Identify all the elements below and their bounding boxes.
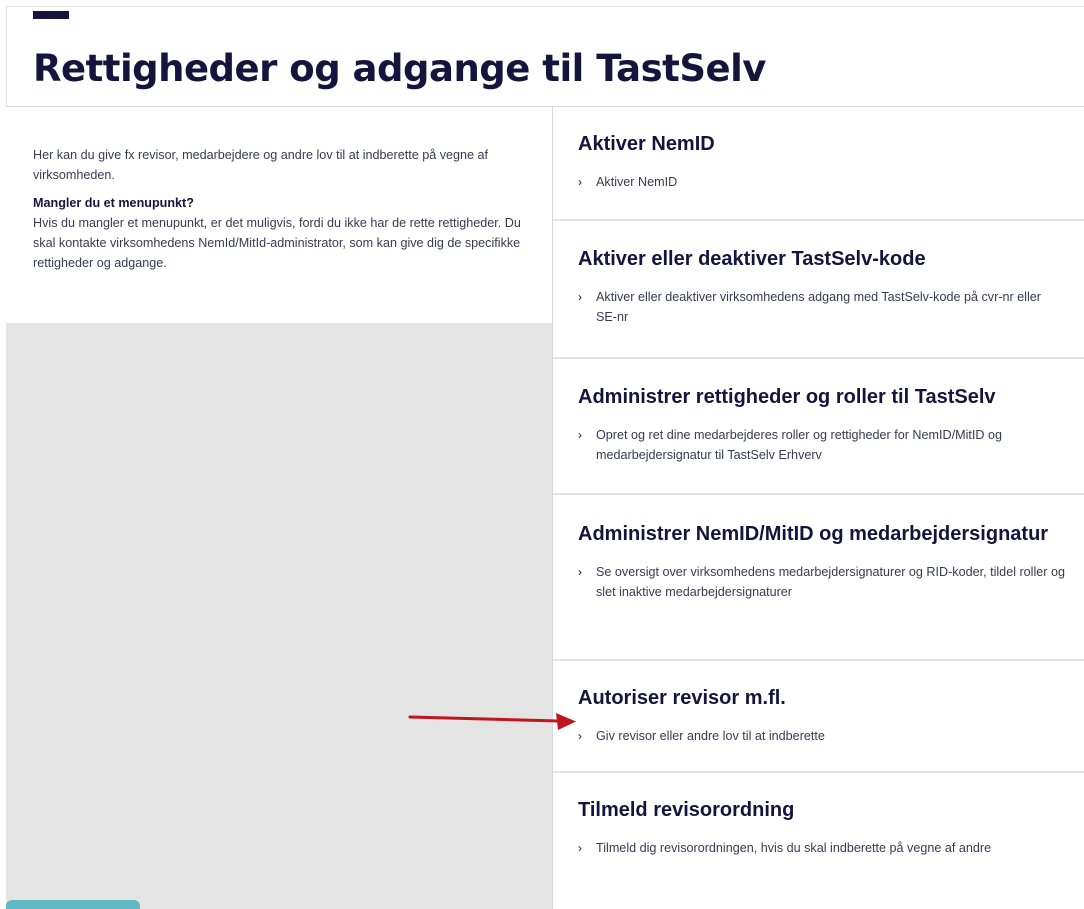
chevron-right-icon: › xyxy=(578,290,582,304)
card-link-nemid-mitid[interactable]: › Se oversigt over virksomhedens medarbe… xyxy=(578,562,1065,602)
card-link-aktiver-nemid[interactable]: › Aktiver NemID xyxy=(578,172,1065,192)
chevron-right-icon: › xyxy=(578,428,582,442)
card-link-rettigheder-roller[interactable]: › Opret og ret dine medarbejderes roller… xyxy=(578,425,1065,465)
card-link-label: Opret og ret dine medarbejderes roller o… xyxy=(596,428,1002,462)
card-title: Administrer rettigheder og roller til Ta… xyxy=(578,386,996,408)
card-link-label: Tilmeld dig revisorordningen, hvis du sk… xyxy=(596,841,992,855)
card-title: Aktiver eller deaktiver TastSelv-kode xyxy=(578,248,926,270)
card-link-label: Se oversigt over virksomhedens medarbejd… xyxy=(596,565,1065,599)
card-title: Autoriser revisor m.fl. xyxy=(578,687,786,709)
card-rettigheder-roller: Administrer rettigheder og roller til Ta… xyxy=(553,359,1084,493)
page-header: Rettigheder og adgange til TastSelv xyxy=(6,6,1084,106)
intro-panel: Her kan du give fx revisor, medarbejdere… xyxy=(6,107,552,323)
card-tastselv-kode: Aktiver eller deaktiver TastSelv-kode › … xyxy=(553,221,1084,357)
card-link-label: Giv revisor eller andre lov til at indbe… xyxy=(596,729,825,743)
chevron-right-icon: › xyxy=(578,841,582,855)
card-title: Administrer NemID/MitID og medarbejdersi… xyxy=(578,523,1049,545)
link-card-column: Aktiver NemID › Aktiver NemID Aktiver el… xyxy=(552,107,1084,909)
card-link-label: Aktiver eller deaktiver virksomhedens ad… xyxy=(596,290,1041,324)
feedback-tab[interactable] xyxy=(6,900,140,909)
chevron-right-icon: › xyxy=(578,175,582,189)
card-title: Tilmeld revisorordning xyxy=(578,799,795,821)
red-arrow-annotation xyxy=(408,713,576,730)
chevron-right-icon: › xyxy=(578,565,582,579)
card-link-autoriser-revisor[interactable]: › Giv revisor eller andre lov til at ind… xyxy=(578,726,1065,746)
card-link-tilmeld-revisorordning[interactable]: › Tilmeld dig revisorordningen, hvis du … xyxy=(578,838,1065,858)
card-tilmeld-revisorordning: Tilmeld revisorordning › Tilmeld dig rev… xyxy=(553,773,1084,909)
card-link-label: Aktiver NemID xyxy=(596,175,678,189)
card-nemid-mitid: Administrer NemID/MitID og medarbejdersi… xyxy=(553,495,1084,659)
card-title: Aktiver NemID xyxy=(578,133,715,155)
page-title: Rettigheder og adgange til TastSelv xyxy=(33,47,766,90)
chevron-right-icon: › xyxy=(578,729,582,743)
intro-text: Her kan du give fx revisor, medarbejdere… xyxy=(33,148,489,182)
card-autoriser-revisor: Autoriser revisor m.fl. › Giv revisor el… xyxy=(553,661,1084,771)
card-link-tastselv-kode[interactable]: › Aktiver eller deaktiver virksomhedens … xyxy=(578,287,1065,327)
intro-body: Hvis du mangler et menupunkt, er det mul… xyxy=(33,216,521,270)
intro-heading: Mangler du et menupunkt? xyxy=(33,196,194,210)
header-accent-bar xyxy=(33,11,69,19)
card-aktiver-nemid: Aktiver NemID › Aktiver NemID xyxy=(553,107,1084,219)
